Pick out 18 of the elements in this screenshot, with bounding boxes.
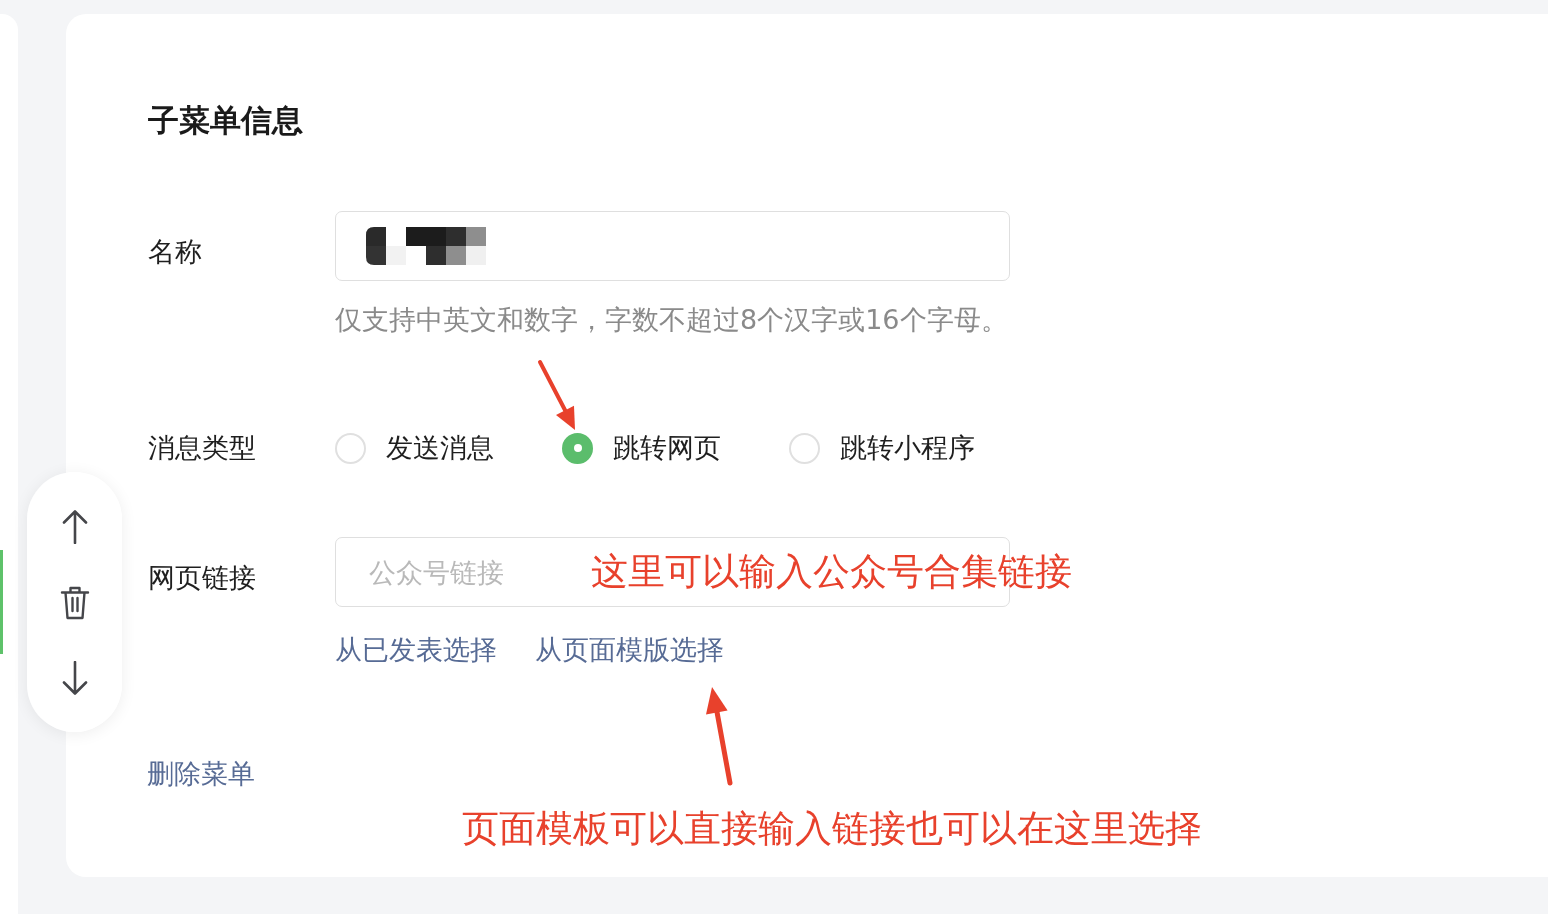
annotation-text: 页面模板可以直接输入链接也可以在这里选择 — [462, 806, 1202, 852]
radio-label[interactable]: 跳转网页 — [613, 430, 721, 466]
select-link[interactable]: 从已发表选择 — [335, 632, 497, 668]
trash-icon[interactable] — [59, 585, 90, 620]
delete-menu-link[interactable]: 删除菜单 — [147, 756, 255, 792]
radio-label[interactable]: 发送消息 — [386, 430, 494, 466]
up-arrow-icon[interactable] — [61, 509, 88, 544]
down-arrow-icon[interactable] — [61, 661, 88, 696]
radio-button[interactable] — [562, 432, 593, 464]
field-label: 网页链接 — [148, 561, 257, 595]
name-input-field[interactable] — [335, 211, 1010, 281]
field-hint: 仅支持中英文和数字，字数不超过8个汉字或16个字母。 — [335, 303, 1008, 337]
field-label: 名称 — [148, 235, 203, 269]
annotation-arrow — [538, 360, 575, 430]
section-title: 子菜单信息 — [148, 101, 303, 140]
select-link[interactable]: 从页面模版选择 — [535, 632, 724, 668]
radio-label[interactable]: 跳转小程序 — [840, 430, 975, 466]
field-label: 消息类型 — [148, 431, 257, 465]
